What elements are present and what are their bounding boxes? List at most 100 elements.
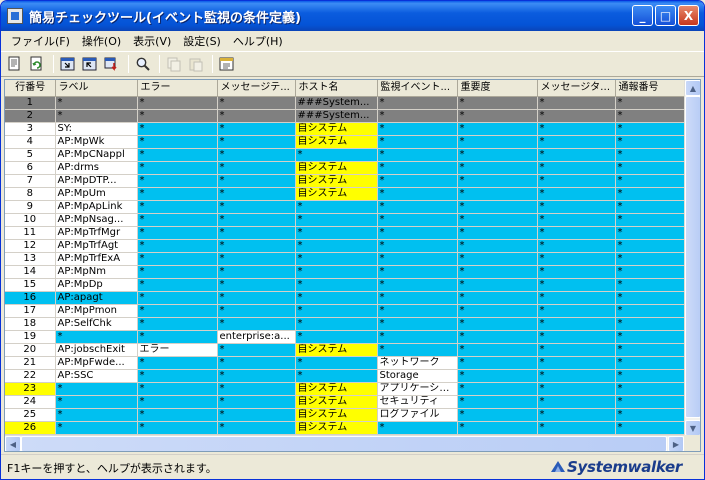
table-row[interactable]: 26 * * * 自システム * * * * [5, 421, 686, 435]
table-cell[interactable]: ###System... [295, 109, 378, 123]
table-row[interactable]: 2 * * * ###System... * * * * [5, 109, 686, 123]
table-row[interactable]: 3 SY: * * 自システム * * * * [5, 122, 686, 136]
table-cell[interactable]: * [295, 356, 378, 370]
table-cell[interactable]: * [217, 421, 296, 435]
table-cell[interactable]: * [137, 330, 218, 344]
row-number[interactable]: 18 [5, 317, 56, 331]
table-cell[interactable]: * [377, 213, 458, 227]
column-header[interactable]: ホスト名 [295, 80, 378, 97]
table-cell[interactable]: * [615, 226, 686, 240]
column-header[interactable]: 監視イベント... [377, 80, 458, 97]
table-row[interactable]: 18 AP:SelfChk * * * * * * * [5, 317, 686, 331]
table-cell[interactable]: * [55, 109, 138, 123]
table-cell[interactable]: * [537, 96, 616, 110]
table-cell[interactable]: * [377, 343, 458, 357]
table-cell[interactable]: enterprise:a... [217, 330, 296, 344]
table-cell[interactable]: * [615, 161, 686, 175]
table-cell[interactable]: * [137, 226, 218, 240]
table-cell[interactable]: 自システム [295, 421, 378, 435]
table-cell[interactable]: * [295, 200, 378, 214]
table-cell[interactable]: AP:MpApLink [55, 200, 138, 214]
table-cell[interactable]: * [537, 408, 616, 422]
table-cell[interactable]: * [137, 369, 218, 383]
table-cell[interactable]: * [377, 421, 458, 435]
table-cell[interactable]: * [217, 161, 296, 175]
paste-button[interactable] [186, 54, 206, 74]
table-cell[interactable]: * [615, 135, 686, 149]
table-cell[interactable]: * [217, 291, 296, 305]
table-cell[interactable]: * [457, 330, 538, 344]
table-cell[interactable]: * [217, 122, 296, 136]
table-cell[interactable]: * [457, 226, 538, 240]
table-cell[interactable]: * [377, 161, 458, 175]
table-cell[interactable]: * [217, 174, 296, 188]
table-cell[interactable]: * [457, 317, 538, 331]
table-cell[interactable]: * [537, 213, 616, 227]
table-cell[interactable]: * [537, 421, 616, 435]
table-cell[interactable]: * [377, 122, 458, 136]
column-header[interactable]: 重要度 [457, 80, 538, 97]
table-cell[interactable]: * [615, 239, 686, 253]
table-cell[interactable]: 自システム [295, 161, 378, 175]
table-cell[interactable]: * [377, 252, 458, 266]
table-cell[interactable]: * [55, 408, 138, 422]
table-cell[interactable]: * [615, 330, 686, 344]
table-cell[interactable]: * [217, 356, 296, 370]
table-cell[interactable]: * [537, 317, 616, 331]
table-cell[interactable]: * [457, 382, 538, 396]
table-row[interactable]: 10 AP:MpNsag... * * * * * * * [5, 213, 686, 227]
table-cell[interactable]: * [615, 317, 686, 331]
table-cell[interactable]: * [217, 395, 296, 409]
table-cell[interactable]: 自システム [295, 187, 378, 201]
table-cell[interactable]: * [377, 187, 458, 201]
row-number[interactable]: 15 [5, 278, 56, 292]
table-cell[interactable]: Storage [377, 369, 458, 383]
table-cell[interactable]: * [55, 382, 138, 396]
table-cell[interactable]: * [457, 265, 538, 279]
table-cell[interactable]: * [295, 148, 378, 162]
table-row[interactable]: 24 * * * 自システム セキュリティ * * * [5, 395, 686, 409]
table-cell[interactable]: AP:MpTrfAgt [55, 239, 138, 253]
table-cell[interactable]: AP:apagt [55, 291, 138, 305]
table-cell[interactable]: AP:SelfChk [55, 317, 138, 331]
table-cell[interactable]: * [377, 109, 458, 123]
table-row[interactable]: 14 AP:MpNm * * * * * * * [5, 265, 686, 279]
table-cell[interactable]: * [377, 96, 458, 110]
table-cell[interactable]: * [137, 148, 218, 162]
hscroll-thumb[interactable] [21, 436, 667, 451]
table-cell[interactable]: * [615, 200, 686, 214]
table-cell[interactable]: * [295, 304, 378, 318]
table-cell[interactable]: * [537, 343, 616, 357]
table-cell[interactable]: * [217, 304, 296, 318]
table-cell[interactable]: * [537, 174, 616, 188]
table-cell[interactable]: * [137, 239, 218, 253]
table-cell[interactable]: * [137, 304, 218, 318]
table-cell[interactable]: * [55, 96, 138, 110]
menu-file[interactable]: ファイル(F) [5, 33, 76, 49]
table-cell[interactable]: * [615, 408, 686, 422]
table-cell[interactable]: * [217, 265, 296, 279]
row-number[interactable]: 10 [5, 213, 56, 227]
table-cell[interactable]: * [377, 200, 458, 214]
row-number[interactable]: 13 [5, 252, 56, 266]
table-cell[interactable]: セキュリティ [377, 395, 458, 409]
table-cell[interactable]: * [217, 109, 296, 123]
table-cell[interactable]: * [615, 265, 686, 279]
table-row[interactable]: 21 AP:MpFwde... * * * ネットワーク * * * [5, 356, 686, 370]
table-cell[interactable]: * [615, 421, 686, 435]
scroll-up-arrow[interactable]: ▲ [685, 80, 700, 96]
table-cell[interactable]: * [295, 291, 378, 305]
condition-grid[interactable]: 行番号 ラベル エラー メッセージテ... ホスト名 監視イベント... 重要度 メッセージタ… [4, 79, 701, 452]
row-number[interactable]: 3 [5, 122, 56, 136]
table-cell[interactable]: 自システム [295, 395, 378, 409]
table-cell[interactable]: * [457, 161, 538, 175]
scroll-left-arrow[interactable]: ◀ [5, 436, 21, 451]
scroll-thumb[interactable] [685, 96, 700, 418]
table-cell[interactable]: AP:MpDTP... [55, 174, 138, 188]
table-row[interactable]: 19 * * enterprise:a... * * * * * [5, 330, 686, 344]
table-cell[interactable]: * [137, 395, 218, 409]
menu-operation[interactable]: 操作(O) [76, 33, 127, 49]
table-cell[interactable]: * [137, 200, 218, 214]
table-cell[interactable]: * [457, 109, 538, 123]
row-number[interactable]: 9 [5, 200, 56, 214]
